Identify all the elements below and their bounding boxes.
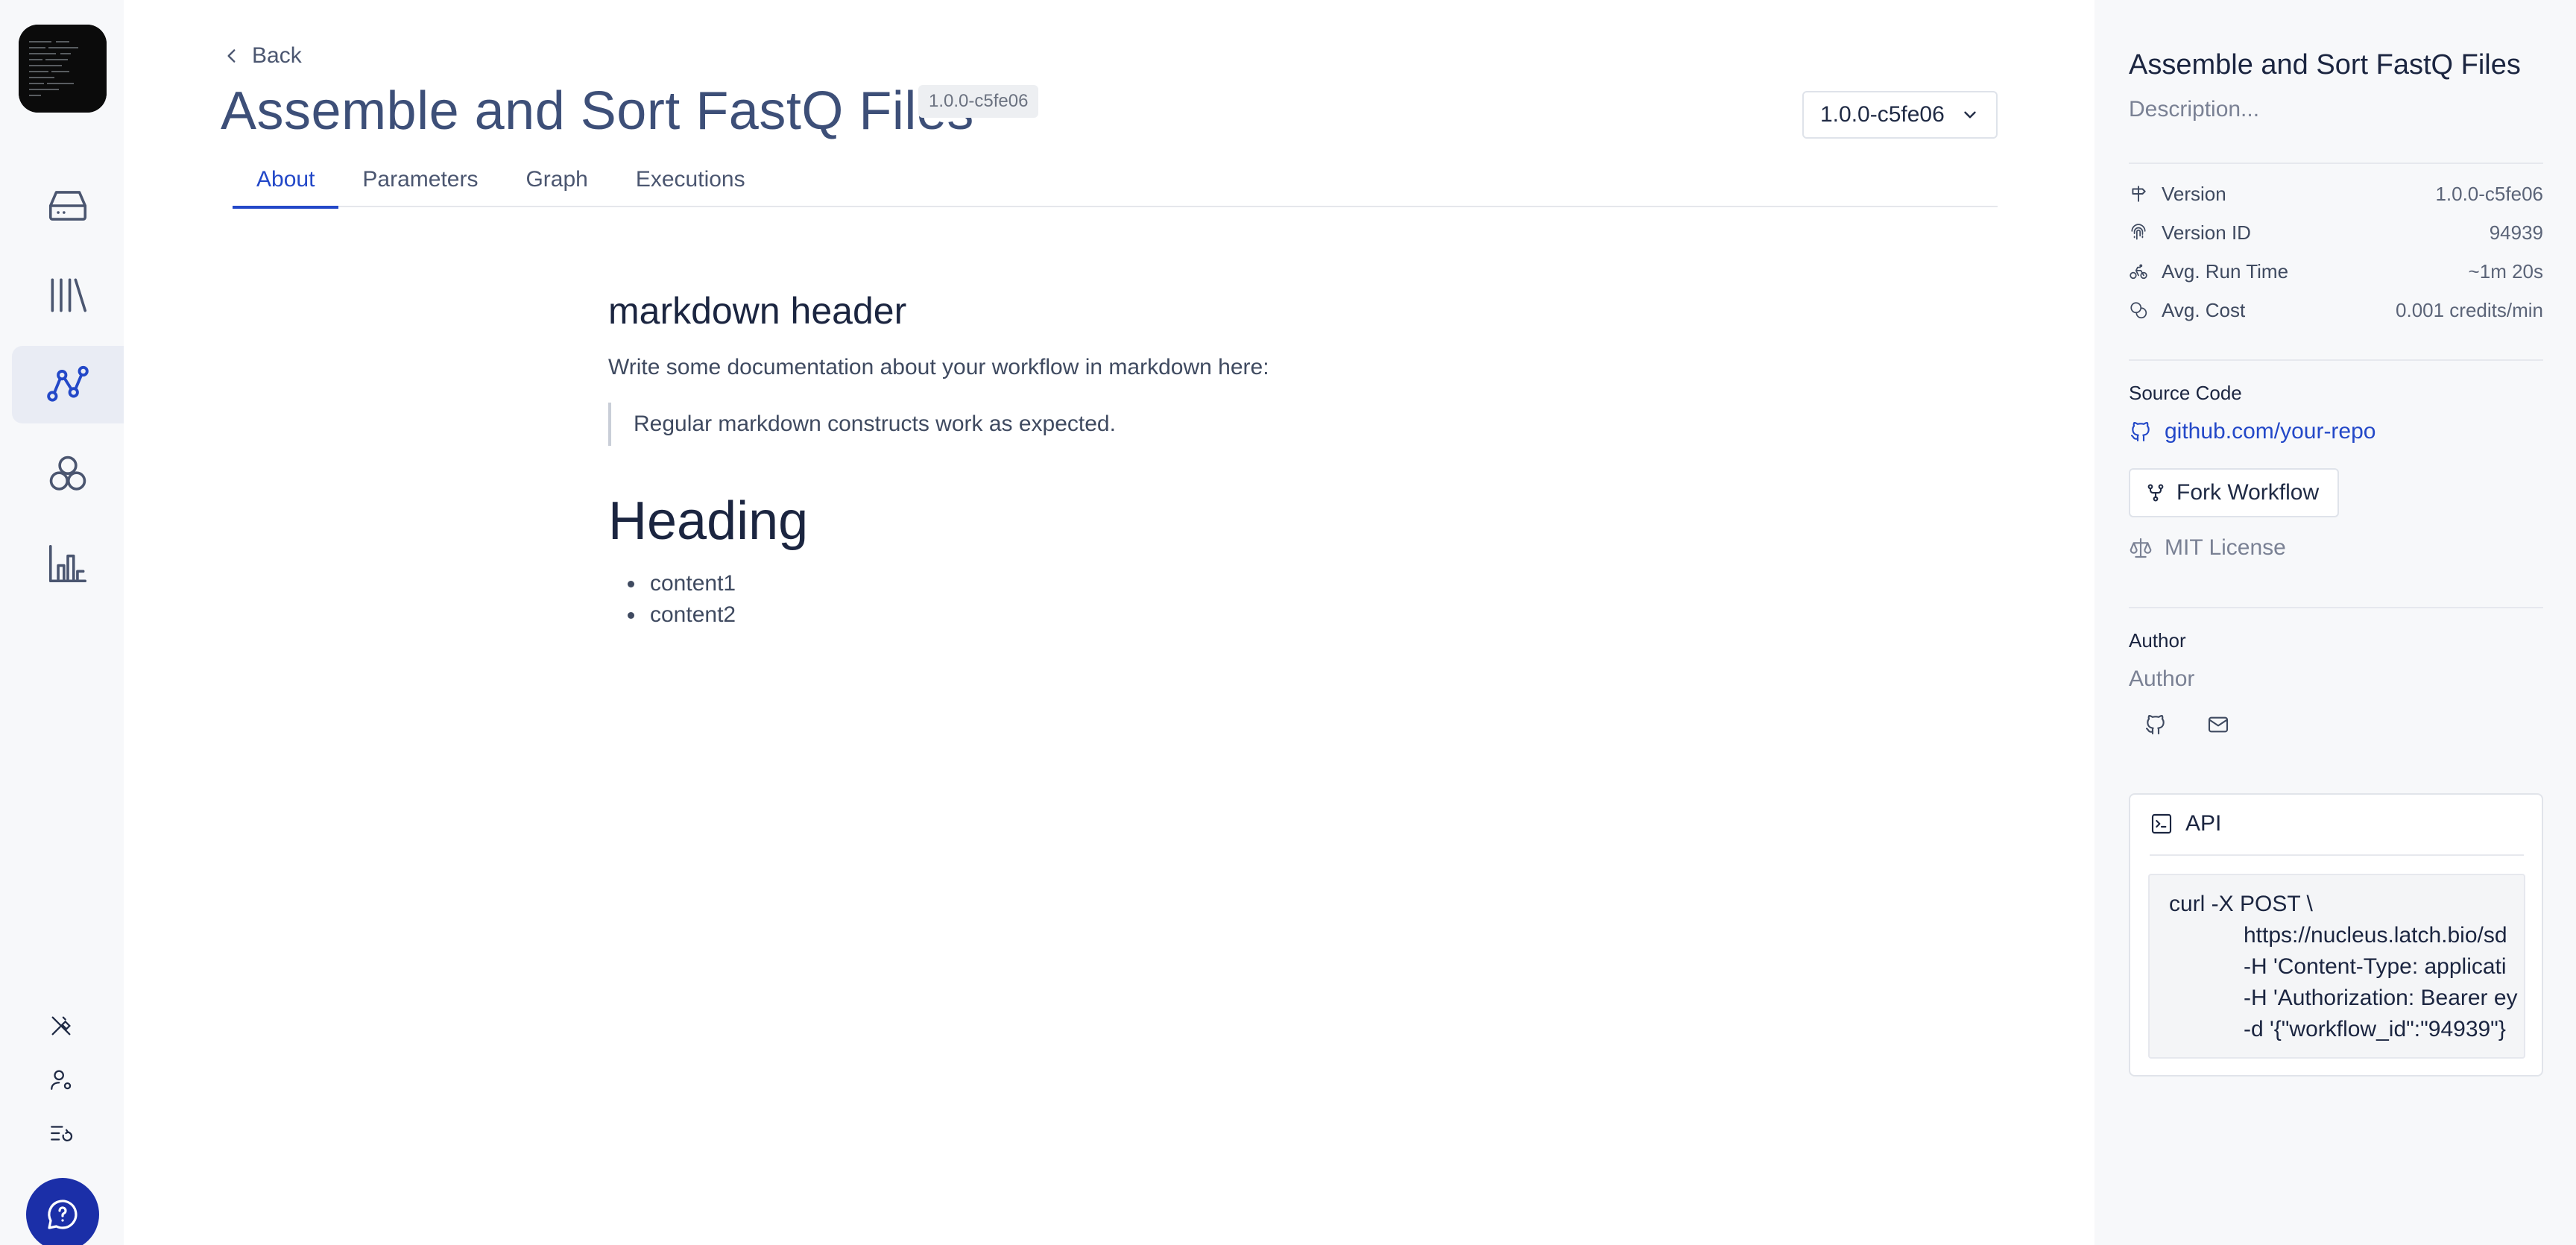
meta-run-time: Avg. Run Time ~1m 20s: [2129, 256, 2543, 286]
doc-paragraph: Write some documentation about your work…: [608, 355, 1269, 379]
meta-label: Version: [2162, 182, 2226, 205]
chevron-down-icon: [1964, 111, 1976, 119]
mail-icon: [2208, 716, 2229, 733]
author-links: [2144, 713, 2230, 737]
back-link[interactable]: Back: [222, 43, 302, 69]
author-email-link[interactable]: [2206, 713, 2230, 737]
list-item: content2: [628, 599, 1652, 631]
author-section-label: Author: [2129, 629, 2186, 652]
nav-library[interactable]: [12, 256, 124, 334]
author-name: Author: [2129, 666, 2195, 691]
license-label: MIT License: [2165, 535, 2286, 560]
tab-executions[interactable]: Executions: [612, 163, 769, 207]
github-icon: [2130, 422, 2150, 442]
help-button[interactable]: [26, 1178, 99, 1245]
divider: [2150, 854, 2524, 856]
divider: [2129, 359, 2543, 361]
meta-value: ~1m 20s: [2468, 259, 2543, 283]
markdown-document: markdown header Write some documentation…: [608, 289, 1652, 631]
license: MIT License: [2129, 535, 2286, 561]
meta-value: 94939: [2489, 221, 2543, 244]
git-fork-icon: [2147, 484, 2164, 502]
author-github-link[interactable]: [2144, 713, 2168, 737]
api-card: API curl -X POST \ https://nucleus.latch…: [2129, 793, 2543, 1077]
main-content: Back Assemble and Sort FastQ Files 1.0.0…: [124, 0, 2094, 1245]
app-logo[interactable]: [19, 25, 107, 113]
back-label: Back: [252, 43, 302, 68]
tab-bar: About Parameters Graph Executions: [233, 163, 1998, 209]
fingerprint-icon: [2131, 224, 2146, 240]
version-select-value: 1.0.0-c5fe06: [1820, 102, 1945, 127]
nav-tasks[interactable]: [45, 1117, 78, 1150]
code-line: -d '{"workflow_id":"94939"}: [2244, 1017, 2506, 1041]
tab-about[interactable]: About: [233, 163, 339, 209]
divider: [2129, 607, 2543, 608]
workflow-info-panel: Assemble and Sort FastQ Files Descriptio…: [2094, 0, 2576, 1245]
panel-description: Description...: [2129, 97, 2260, 122]
nav-workflows[interactable]: [12, 346, 124, 423]
fork-workflow-button[interactable]: Fork Workflow: [2129, 468, 2339, 517]
nav-tools[interactable]: [45, 1009, 78, 1042]
github-icon: [2145, 715, 2165, 735]
nav-analytics[interactable]: [12, 525, 124, 602]
nav-account[interactable]: [45, 1063, 78, 1096]
user-settings-icon: [51, 1070, 72, 1090]
meta-value: 1.0.0-c5fe06: [2435, 182, 2543, 205]
repo-link[interactable]: github.com/your-repo: [2129, 419, 2375, 444]
panel-title: Assemble and Sort FastQ Files: [2129, 49, 2521, 81]
tab-parameters[interactable]: Parameters: [338, 163, 502, 207]
code-line: -H 'Content-Type: applicati: [2244, 954, 2507, 979]
meta-version-id: Version ID 94939: [2129, 218, 2543, 248]
left-nav: [0, 0, 124, 1245]
doc-subheading: markdown header: [608, 290, 907, 332]
api-label: API: [2185, 811, 2222, 836]
version-select[interactable]: 1.0.0-c5fe06: [1802, 91, 1998, 139]
code-line: curl -X POST \: [2169, 892, 2313, 916]
source-code-label: Source Code: [2129, 382, 2242, 404]
signpost-icon: [2132, 186, 2146, 202]
meta-version: Version 1.0.0-c5fe06: [2129, 179, 2543, 209]
code-line: -H 'Authorization: Bearer ey: [2244, 986, 2518, 1010]
doc-blockquote: Regular markdown constructs work as expe…: [608, 403, 1652, 446]
nav-pods[interactable]: [12, 435, 124, 513]
page-title: Assemble and Sort FastQ Files: [221, 81, 974, 141]
repo-link-label: github.com/your-repo: [2165, 419, 2376, 444]
divider: [2129, 163, 2543, 164]
meta-label: Avg. Cost: [2162, 298, 2246, 321]
bike-icon: [2130, 264, 2147, 280]
tools-icon: [51, 1016, 71, 1036]
meta-value: 0.001 credits/min: [2396, 298, 2543, 321]
terminal-icon: [2151, 813, 2172, 834]
code-line: https://nucleus.latch.bio/sd: [2244, 923, 2507, 948]
nav-data-drive[interactable]: [12, 167, 124, 245]
meta-label: Version ID: [2162, 221, 2251, 244]
meta-label: Avg. Run Time: [2162, 259, 2289, 283]
meta-cost: Avg. Cost 0.001 credits/min: [2129, 295, 2543, 325]
fork-label: Fork Workflow: [2176, 480, 2320, 505]
help-chat-icon: [48, 1200, 78, 1229]
doc-heading: Heading: [608, 491, 809, 551]
list-item: content1: [628, 568, 1652, 599]
bar-chart-icon: [48, 544, 87, 583]
tab-graph[interactable]: Graph: [502, 163, 611, 207]
api-header: API: [2150, 811, 2221, 836]
drive-icon: [48, 191, 87, 221]
api-code-block[interactable]: curl -X POST \ https://nucleus.latch.bio…: [2148, 874, 2525, 1059]
library-icon: [51, 278, 87, 312]
workflow-graph-icon: [47, 365, 89, 402]
hexagons-icon: [49, 456, 86, 491]
chevron-left-icon: [227, 49, 236, 63]
doc-list: content1 content2: [608, 568, 1652, 631]
scale-icon: [2130, 538, 2152, 558]
version-badge: 1.0.0-c5fe06: [918, 85, 1039, 118]
coins-icon: [2130, 302, 2147, 319]
task-list-icon: [51, 1126, 73, 1141]
